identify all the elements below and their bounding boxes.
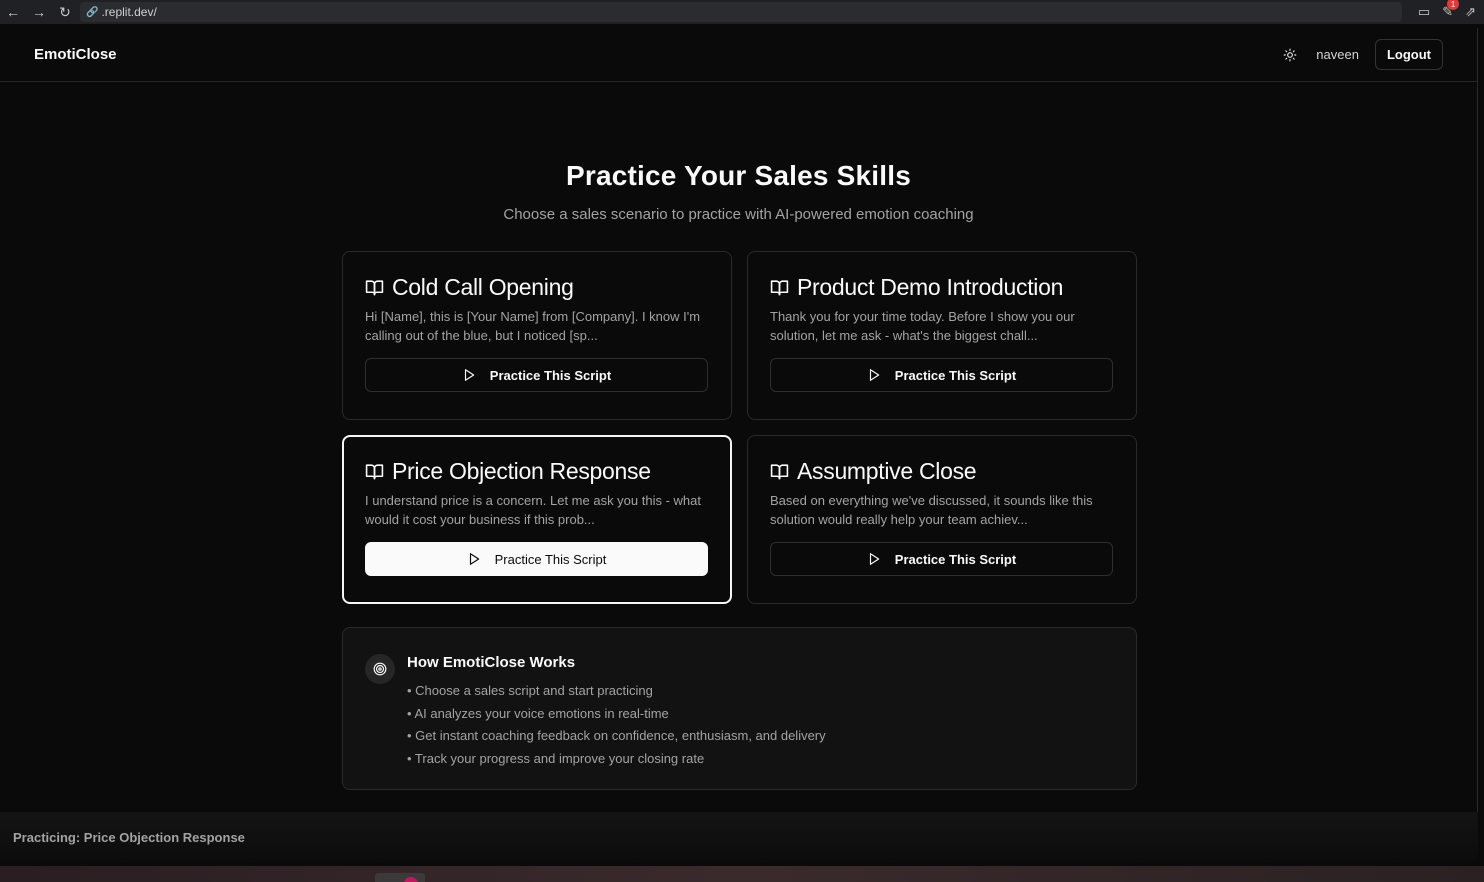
play-icon bbox=[869, 369, 880, 381]
script-description: I understand price is a concern. Let me … bbox=[365, 493, 702, 527]
script-card[interactable]: Assumptive Close Based on everything we'… bbox=[747, 435, 1137, 604]
script-title: Assumptive Close bbox=[797, 458, 977, 484]
cast-icon[interactable]: ▭ bbox=[1418, 4, 1430, 20]
how-it-works-list: • Choose a sales script and start practi… bbox=[407, 680, 826, 771]
page-subtitle: Choose a sales scenario to practice with… bbox=[503, 206, 974, 223]
script-description: Based on everything we've discussed, it … bbox=[770, 493, 1093, 527]
play-icon bbox=[464, 369, 475, 381]
os-taskbar bbox=[0, 866, 1484, 882]
practice-script-button[interactable]: Practice This Script bbox=[770, 358, 1113, 392]
practice-status-bar: Practicing: Price Objection Response bbox=[0, 812, 1478, 862]
script-card-selected[interactable]: Price Objection Response I understand pr… bbox=[342, 435, 732, 604]
username: naveen bbox=[1316, 47, 1359, 62]
book-open-icon bbox=[770, 464, 789, 480]
hero-section: Practice Your Sales Skills Choose a sale… bbox=[0, 160, 1477, 223]
script-card[interactable]: Product Demo Introduction Thank you for … bbox=[747, 251, 1137, 420]
top-navbar: EmotiClose naveen Logout bbox=[0, 28, 1477, 82]
app-page: EmotiClose naveen Logout Practice Your S… bbox=[0, 28, 1478, 862]
book-open-icon bbox=[365, 280, 384, 296]
back-arrow-icon[interactable]: ← bbox=[0, 0, 26, 24]
script-title: Cold Call Opening bbox=[392, 274, 574, 300]
page-title: Practice Your Sales Skills bbox=[565, 160, 912, 191]
how-it-works-panel: How EmotiClose Works • Choose a sales sc… bbox=[342, 627, 1137, 790]
list-item: • Track your progress and improve your c… bbox=[407, 751, 705, 767]
forward-arrow-icon[interactable]: → bbox=[26, 0, 52, 24]
script-description: Hi [Name], this is [Your Name] from [Com… bbox=[365, 309, 701, 343]
practice-button-label: Practice This Script bbox=[494, 551, 607, 567]
practice-script-button[interactable]: Practice This Script bbox=[365, 358, 708, 392]
practice-script-button[interactable]: Practice This Script bbox=[365, 542, 708, 576]
open-external-icon[interactable]: ⇗ bbox=[1465, 4, 1476, 20]
browser-toolbar: ← → ↻ 🔗 .replit.dev/ ▭ ✎ 1 ⇗ bbox=[0, 0, 1484, 24]
script-grid: Cold Call Opening Hi [Name], this is [Yo… bbox=[342, 251, 1137, 604]
practice-button-label: Practice This Script bbox=[894, 367, 1017, 383]
address-bar[interactable]: 🔗 .replit.dev/ bbox=[80, 2, 1402, 22]
reload-icon[interactable]: ↻ bbox=[52, 0, 78, 24]
script-title: Price Objection Response bbox=[392, 458, 651, 484]
link-icon: 🔗 bbox=[86, 6, 99, 18]
list-item: • Choose a sales script and start practi… bbox=[407, 683, 653, 698]
script-card[interactable]: Cold Call Opening Hi [Name], this is [Yo… bbox=[342, 251, 732, 420]
how-it-works-title: How EmotiClose Works bbox=[407, 654, 576, 671]
target-icon bbox=[365, 654, 395, 684]
extension-badge: 1 bbox=[1447, 0, 1460, 10]
brand-logo[interactable]: EmotiClose bbox=[34, 46, 117, 63]
book-open-icon bbox=[365, 464, 384, 480]
play-icon bbox=[869, 553, 880, 565]
practice-status-text: Practicing: Price Objection Response bbox=[13, 829, 245, 845]
play-icon bbox=[469, 553, 479, 565]
practice-script-button[interactable]: Practice This Script bbox=[770, 542, 1113, 576]
url-text: .replit.dev/ bbox=[101, 5, 157, 19]
script-description: Thank you for your time today. Before I … bbox=[770, 309, 1075, 343]
book-open-icon bbox=[770, 280, 789, 296]
logout-button[interactable]: Logout bbox=[1374, 39, 1443, 70]
list-item: • Get instant coaching feedback on confi… bbox=[407, 728, 826, 744]
sun-icon[interactable] bbox=[1280, 45, 1300, 65]
list-item: • AI analyzes your voice emotions in rea… bbox=[407, 705, 669, 721]
practice-button-label: Practice This Script bbox=[489, 367, 612, 383]
practice-button-label: Practice This Script bbox=[894, 551, 1017, 567]
script-title: Product Demo Introduction bbox=[797, 274, 1064, 300]
extension-icon[interactable]: ✎ 1 bbox=[1442, 0, 1460, 20]
